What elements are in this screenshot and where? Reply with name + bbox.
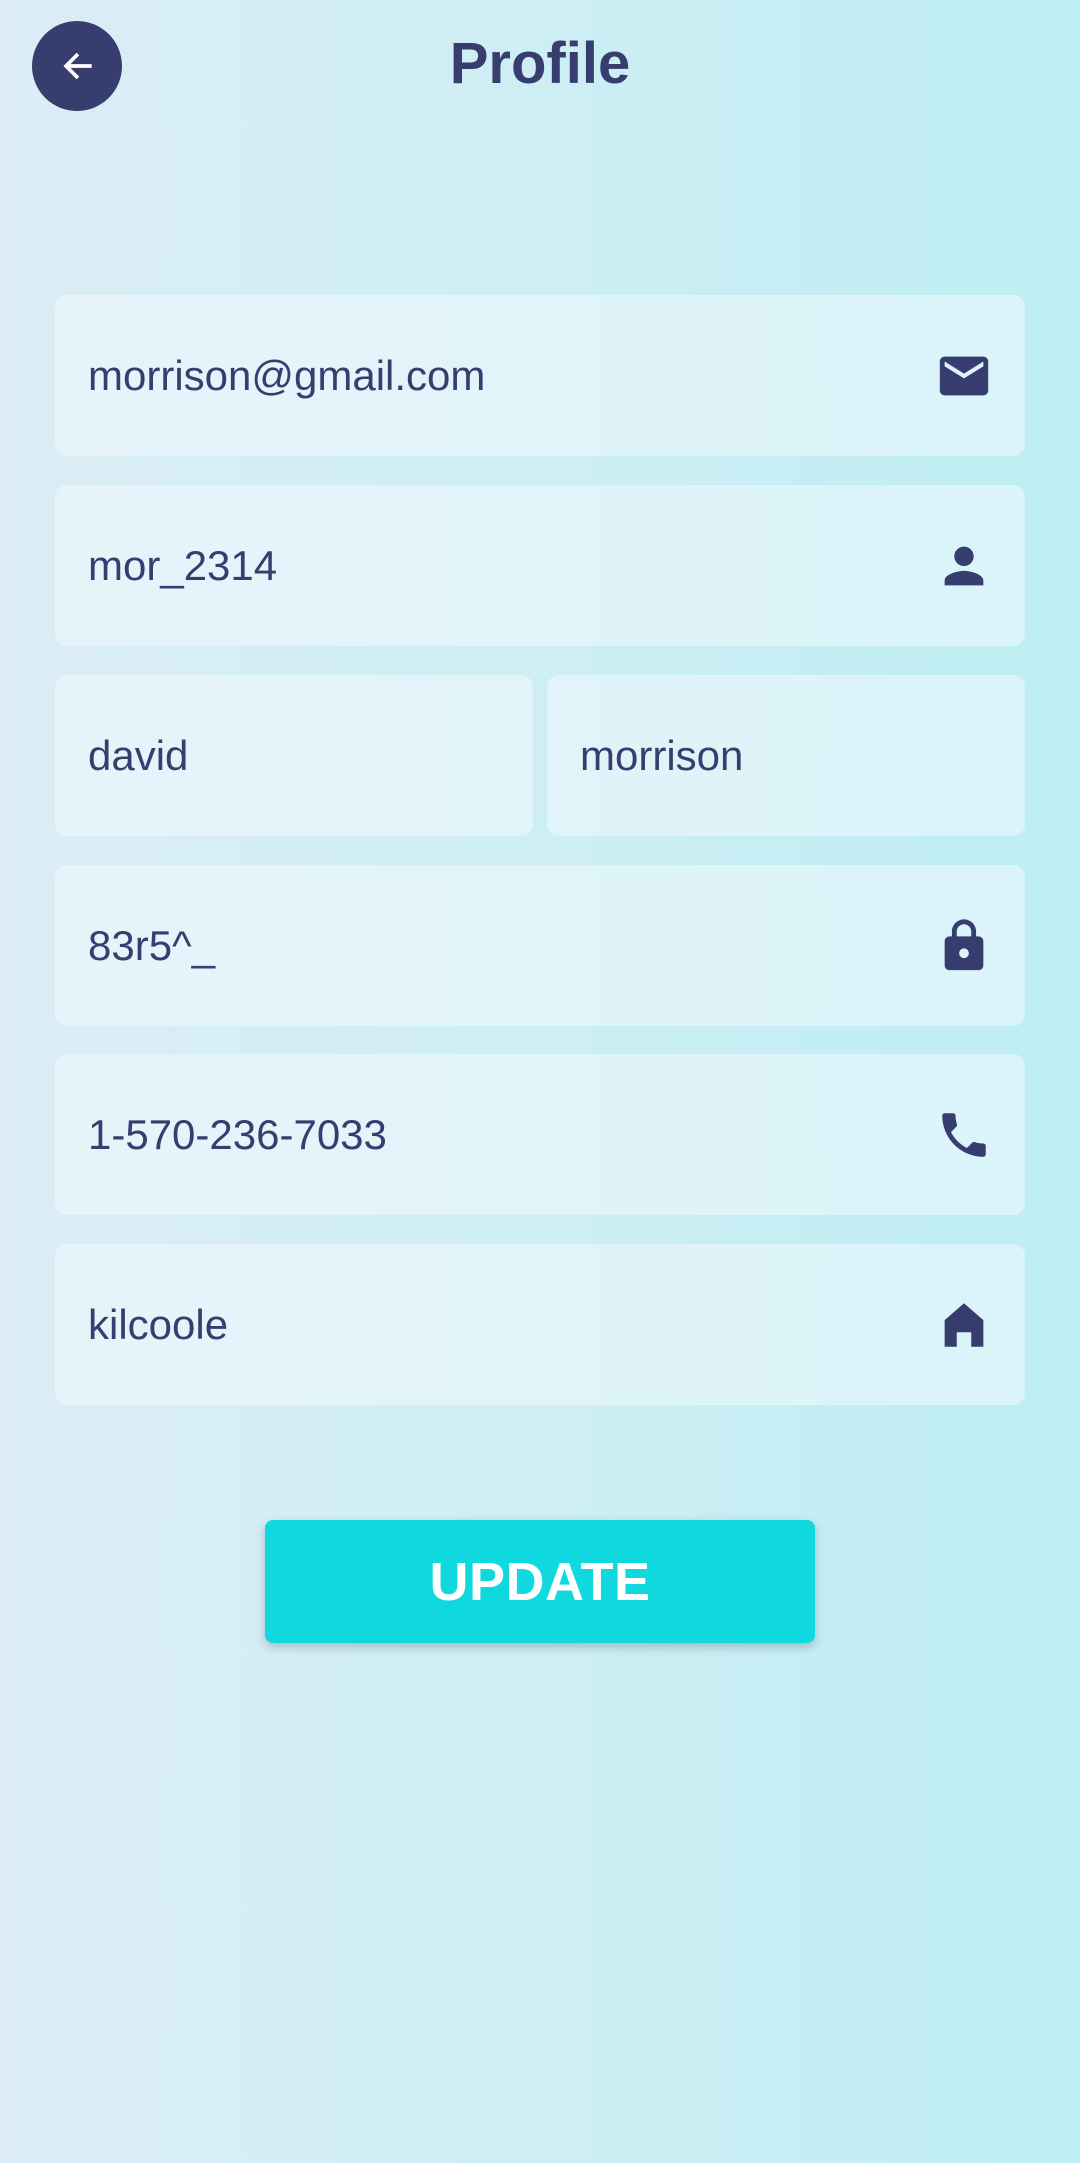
first-name-field[interactable]: david	[55, 675, 533, 836]
first-name-value: david	[88, 731, 189, 779]
email-field[interactable]: morrison@gmail.com	[55, 295, 1025, 456]
password-value: 83r5^_	[88, 921, 216, 969]
city-field[interactable]: kilcoole	[55, 1244, 1025, 1405]
page-title: Profile	[449, 31, 631, 96]
city-value: kilcoole	[88, 1300, 229, 1348]
username-field[interactable]: mor_2314	[55, 485, 1025, 646]
home-icon	[935, 1296, 993, 1354]
username-value: mor_2314	[88, 541, 278, 589]
phone-icon	[935, 1106, 993, 1164]
person-icon	[935, 537, 993, 595]
password-field[interactable]: 83r5^_	[55, 865, 1025, 1026]
update-button[interactable]: UPDATE	[265, 1520, 815, 1643]
lock-icon	[935, 917, 993, 975]
phone-field[interactable]: 1-570-236-7033	[55, 1054, 1025, 1215]
phone-value: 1-570-236-7033	[88, 1110, 387, 1158]
header: Profile	[0, 0, 1080, 130]
email-value: morrison@gmail.com	[88, 351, 486, 399]
email-icon	[935, 347, 993, 405]
last-name-value: morrison	[580, 731, 744, 779]
last-name-field[interactable]: morrison	[547, 675, 1025, 836]
